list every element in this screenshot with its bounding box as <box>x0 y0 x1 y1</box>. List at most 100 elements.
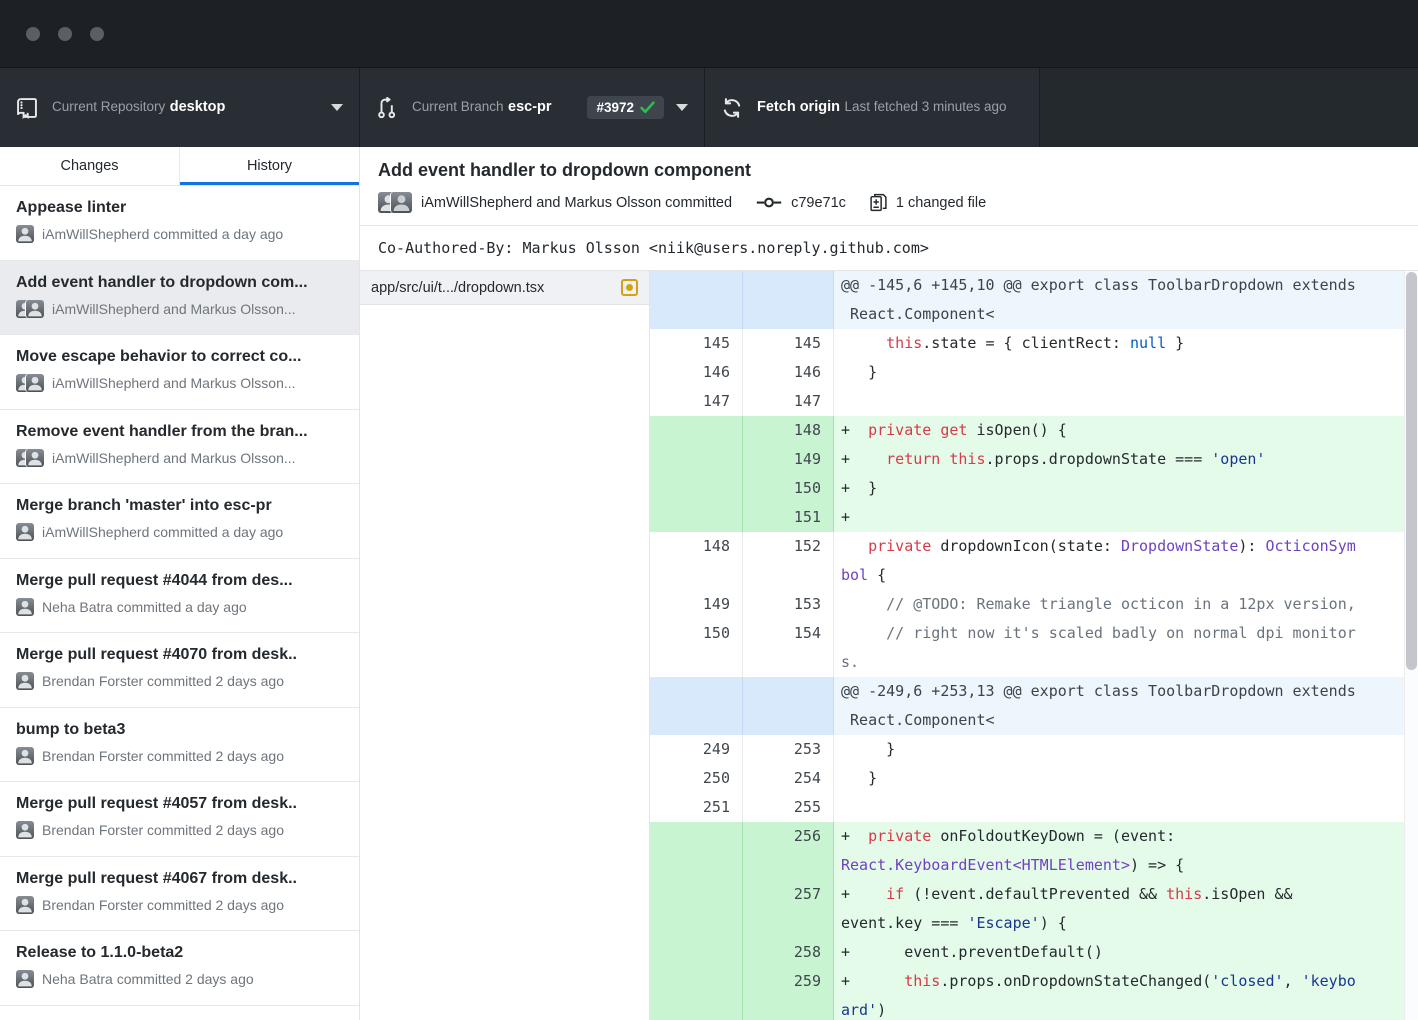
commit-list-item[interactable]: Remove event handler from the bran...iAm… <box>0 410 359 485</box>
avatar <box>16 523 34 541</box>
fetch-origin-button[interactable]: Fetch origin Last fetched 3 minutes ago <box>705 68 1040 147</box>
diff-row: 256+ private onFoldoutKeyDown = (event: … <box>650 822 1404 880</box>
old-line-number <box>650 967 743 1020</box>
diff-hunk-header: @@ -249,6 +253,13 @@ export class Toolba… <box>650 677 1404 735</box>
history-sidebar: Changes History Appease linter iAmWillShe… <box>0 147 360 1020</box>
current-repository-button[interactable]: Current Repository desktop <box>0 68 360 147</box>
commit-title: Add event handler to dropdown component <box>378 160 1400 181</box>
commit-list-item[interactable]: Add event handler to dropdown com...iAmW… <box>0 261 359 336</box>
diff-row: 250254 } <box>650 764 1404 793</box>
code-line: @@ -145,6 +145,10 @@ export class Toolba… <box>834 271 1404 329</box>
diff-scrollbar[interactable] <box>1404 271 1418 1020</box>
commit-item-title: Add event handler to dropdown com... <box>16 274 343 292</box>
code-line: } <box>834 764 1404 793</box>
diff-row: 149153 // @TODO: Remake triangle octicon… <box>650 590 1404 619</box>
commit-summary: Add event handler to dropdown component … <box>360 147 1418 225</box>
tab-history[interactable]: History <box>179 147 359 185</box>
committer-text: iAmWillShepherd and Markus Olsson commit… <box>421 195 732 211</box>
minimize-button[interactable] <box>58 27 72 41</box>
sync-icon <box>721 97 743 119</box>
commit-item-byline-text: iAmWillShepherd committed a day ago <box>42 226 283 242</box>
commit-item-byline-text: Brendan Forster committed 2 days ago <box>42 822 284 838</box>
scrollbar-thumb[interactable] <box>1406 272 1417 670</box>
old-line-number <box>650 474 743 503</box>
avatar <box>16 896 34 914</box>
diff-row: 150+ } <box>650 474 1404 503</box>
avatar <box>26 374 44 392</box>
maximize-button[interactable] <box>90 27 104 41</box>
commit-list-item[interactable]: Merge pull request #4070 from desk..Bren… <box>0 633 359 708</box>
commit-list-item[interactable]: Move escape behavior to correct co... iAm… <box>0 335 359 410</box>
diff-row: 148152 private dropdownIcon(state: Dropd… <box>650 532 1404 590</box>
commit-list-item[interactable]: Merge pull request #4054 from d... <box>0 1006 359 1020</box>
old-line-number <box>650 271 743 329</box>
old-line-number <box>650 677 743 735</box>
committer-avatars <box>16 225 34 243</box>
code-line: + if (!event.defaultPrevented && this.is… <box>834 880 1404 938</box>
tab-changes[interactable]: Changes <box>0 147 179 185</box>
fetch-sublabel: Last fetched 3 minutes ago <box>844 99 1006 114</box>
branch-label: Current Branch <box>412 99 504 114</box>
commit-list: Appease linter iAmWillShepherd committed … <box>0 186 359 1020</box>
new-line-number: 147 <box>743 387 834 416</box>
diff-row: 148+ private get isOpen() { <box>650 416 1404 445</box>
committer-avatars <box>378 192 412 213</box>
commit-list-item[interactable]: Release to 1.1.0-beta2Neha Batra committ… <box>0 931 359 1006</box>
new-line-number: 255 <box>743 793 834 822</box>
fetch-label: Fetch origin <box>757 99 840 115</box>
current-branch-button[interactable]: Current Branch esc-pr #3972 <box>360 68 705 147</box>
new-line-number: 149 <box>743 445 834 474</box>
titlebar <box>0 0 1418 68</box>
commit-description: Co-Authored-By: Markus Olsson <niik@user… <box>360 225 1418 271</box>
diff-row: 257+ if (!event.defaultPrevented && this… <box>650 880 1404 938</box>
diff-row: 145145 this.state = { clientRect: null } <box>650 329 1404 358</box>
diff-row: 150154 // right now it's scaled badly on… <box>650 619 1404 677</box>
avatar <box>391 192 412 213</box>
diff-row: 259+ this.props.onDropdownStateChanged('… <box>650 967 1404 1020</box>
pr-status-badge: #3972 <box>587 96 664 119</box>
commit-list-item[interactable]: Merge pull request #4044 from des...Neha… <box>0 559 359 634</box>
old-line-number: 145 <box>650 329 743 358</box>
commit-item-title: Appease linter <box>16 199 343 217</box>
old-line-number <box>650 416 743 445</box>
new-line-number: 151 <box>743 503 834 532</box>
old-line-number <box>650 880 743 938</box>
code-line: + return this.props.dropdownState === 'o… <box>834 445 1404 474</box>
old-line-number <box>650 445 743 474</box>
commit-item-title: Move escape behavior to correct co... <box>16 348 343 366</box>
commit-item-byline: Brendan Forster committed 2 days ago <box>16 747 343 765</box>
commit-list-item[interactable]: bump to beta3Brendan Forster committed 2… <box>0 708 359 783</box>
commit-list-item[interactable]: Appease linter iAmWillShepherd committed … <box>0 186 359 261</box>
commit-item-byline: iAmWillShepherd and Markus Olsson... <box>16 374 343 392</box>
repository-label: Current Repository <box>52 99 165 114</box>
committer-avatars <box>16 300 44 318</box>
code-line: // @TODO: Remake triangle octicon in a 1… <box>834 590 1404 619</box>
new-line-number: 253 <box>743 735 834 764</box>
new-line-number: 258 <box>743 938 834 967</box>
new-line-number: 150 <box>743 474 834 503</box>
old-line-number: 250 <box>650 764 743 793</box>
commit-item-byline-text: Neha Batra committed 2 days ago <box>42 971 254 987</box>
diff-hunk-header: @@ -145,6 +145,10 @@ export class Toolba… <box>650 271 1404 329</box>
commit-list-item[interactable]: Merge branch 'master' into esc-priAmWill… <box>0 484 359 559</box>
new-line-number <box>743 271 834 329</box>
commit-item-byline-text: iAmWillShepherd and Markus Olsson... <box>52 450 296 466</box>
file-item[interactable]: app/src/ui/t.../dropdown.tsx <box>360 271 649 305</box>
diff-row: 251255 <box>650 793 1404 822</box>
close-button[interactable] <box>26 27 40 41</box>
commit-item-byline-text: iAmWillShepherd and Markus Olsson... <box>52 375 296 391</box>
changed-files-count: 1 changed file <box>896 195 986 211</box>
committer-avatars <box>16 747 34 765</box>
code-line: + this.props.onDropdownStateChanged('clo… <box>834 967 1404 1020</box>
avatar <box>16 225 34 243</box>
code-line: } <box>834 358 1404 387</box>
commit-item-byline: iAmWillShepherd and Markus Olsson... <box>16 449 343 467</box>
commit-list-item[interactable]: Merge pull request #4057 from desk..Bren… <box>0 782 359 857</box>
git-branch-icon <box>376 97 398 119</box>
code-line: + <box>834 503 1404 532</box>
code-line <box>834 387 1404 416</box>
committer-avatars <box>16 523 34 541</box>
code-line: } <box>834 735 1404 764</box>
code-line: @@ -249,6 +253,13 @@ export class Toolba… <box>834 677 1404 735</box>
commit-list-item[interactable]: Merge pull request #4067 from desk..Bren… <box>0 857 359 932</box>
